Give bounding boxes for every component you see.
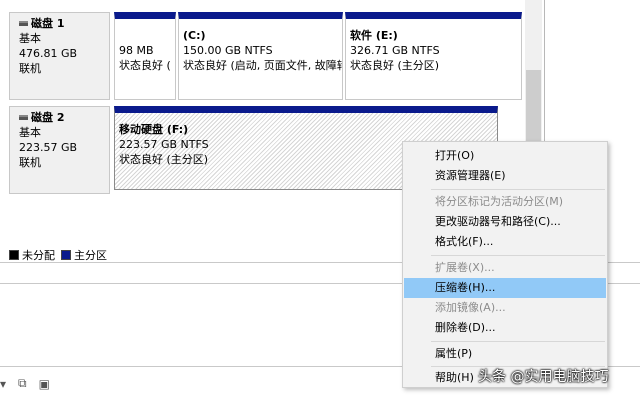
context-menu: 打开(O) 资源管理器(E) 将分区标记为活动分区(M) 更改驱动器号和路径(C… <box>402 141 608 388</box>
menu-item-format[interactable]: 格式化(F)... <box>404 232 606 252</box>
volume-system-reserved[interactable]: 98 MB 状态良好 ( <box>114 12 176 100</box>
disk-icon <box>19 115 28 120</box>
menu-item-add-mirror[interactable]: 添加镜像(A)... <box>404 298 606 318</box>
disk-status: 联机 <box>19 156 41 169</box>
watermark: 头条 @实用电脑技巧 <box>478 369 609 385</box>
disk-info-2[interactable]: 磁盘 2 基本 223.57 GB 联机 <box>9 106 110 194</box>
volume-status: 状态良好 (主分区) <box>350 59 440 72</box>
disk-status: 联机 <box>19 62 41 75</box>
menu-separator <box>431 341 605 342</box>
menu-item-extend-volume[interactable]: 扩展卷(X)... <box>404 258 606 278</box>
legend-label: 未分配 <box>22 249 55 262</box>
disk-size: 223.57 GB <box>19 141 78 154</box>
menu-item-open[interactable]: 打开(O) <box>404 146 606 166</box>
dropdown-arrow-icon[interactable]: ▾ <box>0 377 6 391</box>
disk-name: 磁盘 2 <box>31 111 65 124</box>
menu-item-explorer[interactable]: 资源管理器(E) <box>404 166 606 186</box>
legend-label: 主分区 <box>74 249 107 262</box>
legend: 未分配 主分区 <box>9 247 107 263</box>
disk-info-1[interactable]: 磁盘 1 基本 476.81 GB 联机 <box>9 12 110 100</box>
volume-title: (C:) <box>183 29 206 42</box>
legend-swatch-primary <box>61 250 71 260</box>
disk-type: 基本 <box>19 32 41 45</box>
disk-size: 476.81 GB <box>19 47 78 60</box>
disk-name: 磁盘 1 <box>31 17 65 30</box>
menu-item-properties[interactable]: 属性(P) <box>404 344 606 364</box>
volume-title: 移动硬盘 (F:) <box>119 123 189 136</box>
volume-status: 状态良好 (启动, 页面文件, 故障转 <box>183 59 343 72</box>
menu-separator <box>431 255 605 256</box>
volume-size: 98 MB <box>119 44 154 57</box>
volume-status: 状态良好 ( <box>119 59 171 72</box>
menu-item-shrink-volume[interactable]: 压缩卷(H)... <box>404 278 606 298</box>
menu-item-delete-volume[interactable]: 删除卷(D)... <box>404 318 606 338</box>
status-toolbar: ▾ ⧉ ▣ <box>0 376 50 391</box>
disk-type: 基本 <box>19 126 41 139</box>
menu-item-mark-active[interactable]: 将分区标记为活动分区(M) <box>404 192 606 212</box>
disk-icon <box>19 21 28 26</box>
volume-e[interactable]: 软件 (E:) 326.71 GB NTFS 状态良好 (主分区) <box>345 12 522 100</box>
volume-size: 326.71 GB NTFS <box>350 44 440 57</box>
volume-title: 软件 (E:) <box>350 29 398 42</box>
volume-size: 150.00 GB NTFS <box>183 44 273 57</box>
copy-icon[interactable]: ⧉ <box>18 376 27 391</box>
volume-c[interactable]: (C:) 150.00 GB NTFS 状态良好 (启动, 页面文件, 故障转 <box>178 12 343 100</box>
legend-item-unallocated: 未分配 <box>9 247 55 263</box>
legend-item-primary: 主分区 <box>61 247 107 263</box>
calendar-icon[interactable]: ▣ <box>39 377 50 391</box>
volume-title <box>119 28 171 43</box>
menu-item-change-letter[interactable]: 更改驱动器号和路径(C)... <box>404 212 606 232</box>
legend-swatch-unallocated <box>9 250 19 260</box>
menu-separator <box>431 189 605 190</box>
